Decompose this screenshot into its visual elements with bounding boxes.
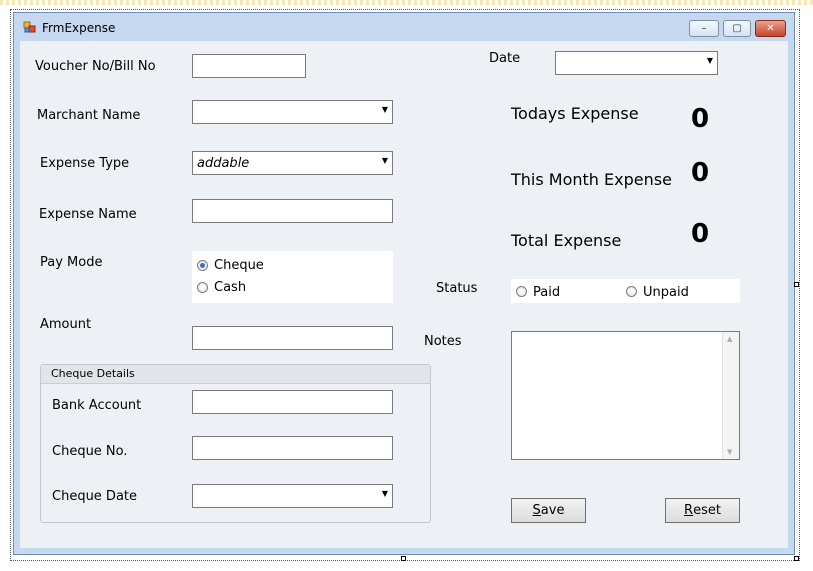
cheque-details-title: Cheque Details: [51, 367, 135, 380]
cheque-no-input[interactable]: [192, 436, 393, 460]
expense-name-input[interactable]: [192, 199, 393, 223]
radio-cash[interactable]: [197, 282, 208, 293]
notes-textarea[interactable]: ▲ ▼: [511, 331, 740, 460]
cheque-date-picker[interactable]: ▼: [192, 484, 393, 508]
chevron-down-icon[interactable]: ▼: [707, 56, 713, 65]
date-picker[interactable]: ▼: [555, 51, 718, 75]
amount-input[interactable]: [192, 326, 393, 350]
radio-cheque[interactable]: [197, 260, 208, 271]
reset-button[interactable]: Reset: [665, 498, 740, 523]
save-button[interactable]: Save: [511, 498, 586, 523]
voucher-label: Voucher No/Bill No: [35, 59, 156, 74]
month-expense-value: 0: [691, 158, 710, 188]
expense-type-combo[interactable]: addable ▼: [192, 151, 393, 175]
maximize-button[interactable]: ▢: [723, 20, 751, 37]
maximize-icon: ▢: [732, 23, 742, 34]
cheque-no-label: Cheque No.: [52, 444, 128, 459]
resize-handle-bottom[interactable]: [401, 556, 406, 561]
pay-mode-label: Pay Mode: [40, 255, 103, 270]
expense-type-label: Expense Type: [40, 156, 130, 171]
expense-type-value: addable: [197, 156, 250, 171]
voucher-input[interactable]: [192, 54, 306, 78]
chevron-down-icon[interactable]: ▼: [382, 105, 388, 114]
date-label: Date: [489, 51, 521, 66]
minimize-icon: –: [701, 23, 707, 34]
notes-label: Notes: [424, 334, 462, 349]
total-expense-label: Total Expense: [511, 231, 622, 250]
bank-account-input[interactable]: [192, 390, 393, 414]
radio-unpaid[interactable]: [626, 286, 637, 297]
radio-paid[interactable]: [516, 286, 527, 297]
app-form-icon: [23, 21, 36, 34]
close-button[interactable]: ✕: [755, 20, 786, 37]
status-label: Status: [436, 281, 478, 296]
radio-paid-label[interactable]: Paid: [533, 285, 560, 300]
radio-cash-label[interactable]: Cash: [214, 280, 246, 295]
scroll-down-icon[interactable]: ▼: [727, 448, 732, 456]
save-label: ave: [540, 503, 565, 518]
notes-scrollbar[interactable]: ▲ ▼: [722, 332, 739, 459]
title-bar[interactable]: [13, 12, 795, 41]
merchant-label: Marchant Name: [37, 108, 141, 123]
merchant-combo[interactable]: ▼: [192, 100, 393, 124]
resize-handle-corner[interactable]: [794, 556, 799, 561]
reset-mnemonic: R: [684, 503, 694, 518]
cheque-date-label: Cheque Date: [52, 489, 138, 504]
bank-account-label: Bank Account: [52, 398, 142, 413]
todays-expense-value: 0: [691, 104, 710, 134]
designer-top-strip: [0, 0, 813, 5]
reset-label: eset: [693, 503, 721, 518]
expense-name-label: Expense Name: [39, 207, 137, 222]
chevron-down-icon[interactable]: ▼: [382, 489, 388, 498]
minimize-button[interactable]: –: [689, 20, 719, 37]
save-mnemonic: S: [532, 503, 541, 518]
chevron-down-icon[interactable]: ▼: [382, 156, 388, 165]
total-expense-value: 0: [691, 219, 710, 249]
scroll-up-icon[interactable]: ▲: [727, 335, 732, 343]
resize-handle-right[interactable]: [794, 282, 799, 287]
radio-unpaid-label[interactable]: Unpaid: [643, 285, 689, 300]
todays-expense-label: Todays Expense: [511, 104, 639, 123]
amount-label: Amount: [40, 317, 92, 332]
radio-cheque-label[interactable]: Cheque: [214, 258, 264, 273]
close-icon: ✕: [766, 23, 775, 34]
window-title: FrmExpense: [42, 21, 116, 35]
month-expense-label: This Month Expense: [511, 170, 672, 189]
